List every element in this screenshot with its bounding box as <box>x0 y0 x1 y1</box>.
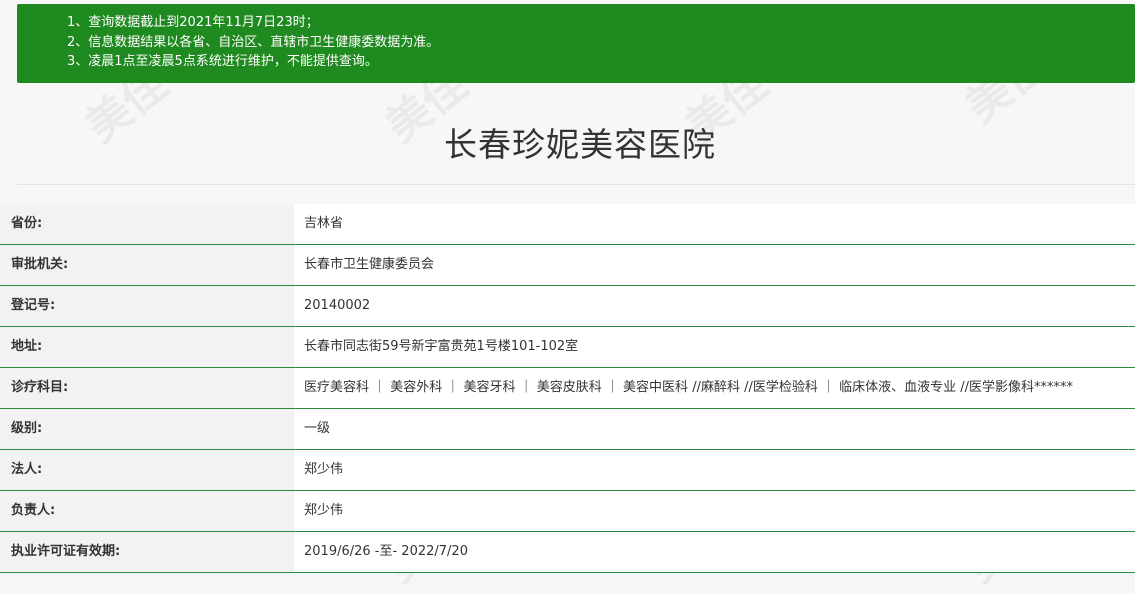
row-value: 一级 <box>294 409 1135 449</box>
row-value: 20140002 <box>294 286 1135 326</box>
row-label: 诊疗科目: <box>0 368 294 408</box>
row-value: 郑少伟 <box>294 491 1135 531</box>
row-label: 省份: <box>0 204 294 244</box>
table-row: 法人: 郑少伟 <box>0 450 1135 491</box>
row-value: 长春市同志街59号新宇富贵苑1号楼101-102室 <box>294 327 1135 367</box>
table-row: 执业许可证有效期: 2019/6/26 -至- 2022/7/20 <box>0 532 1135 573</box>
table-row: 省份: 吉林省 <box>0 204 1135 245</box>
notice-banner: 1、查询数据截止到2021年11月7日23时； 2、信息数据结果以各省、自治区、… <box>17 4 1135 83</box>
table-row: 地址: 长春市同志街59号新宇富贵苑1号楼101-102室 <box>0 327 1135 368</box>
notice-line: 2、信息数据结果以各省、自治区、直辖市卫生健康委数据为准。 <box>67 34 440 50</box>
table-row: 负责人: 郑少伟 <box>0 491 1135 532</box>
row-label: 法人: <box>0 450 294 490</box>
table-row: 登记号: 20140002 <box>0 286 1135 327</box>
row-label: 登记号: <box>0 286 294 326</box>
title-divider <box>17 184 1135 185</box>
row-label: 地址: <box>0 327 294 367</box>
page-title: 长春珍妮美容医院 <box>444 125 716 164</box>
row-value: 医疗美容科 ｜ 美容外科 ｜ 美容牙科 ｜ 美容皮肤科 ｜ 美容中医科 //麻醉… <box>294 368 1135 408</box>
row-value: 郑少伟 <box>294 450 1135 490</box>
row-label: 负责人: <box>0 491 294 531</box>
hospital-info-table: 省份: 吉林省 审批机关: 长春市卫生健康委员会 登记号: 20140002 地… <box>0 204 1135 573</box>
table-row: 审批机关: 长春市卫生健康委员会 <box>0 245 1135 286</box>
notice-line: 1、查询数据截止到2021年11月7日23时； <box>67 15 319 30</box>
row-value: 吉林省 <box>294 204 1135 244</box>
table-row: 级别: 一级 <box>0 409 1135 450</box>
row-label: 级别: <box>0 409 294 449</box>
row-value: 长春市卫生健康委员会 <box>294 245 1135 285</box>
row-label: 审批机关: <box>0 245 294 285</box>
row-label: 执业许可证有效期: <box>0 532 294 572</box>
row-value: 2019/6/26 -至- 2022/7/20 <box>294 532 1135 572</box>
table-row: 诊疗科目: 医疗美容科 ｜ 美容外科 ｜ 美容牙科 ｜ 美容皮肤科 ｜ 美容中医… <box>0 368 1135 409</box>
notice-line: 3、凌晨1点至凌晨5点系统进行维护，不能提供查询。 <box>67 54 378 69</box>
